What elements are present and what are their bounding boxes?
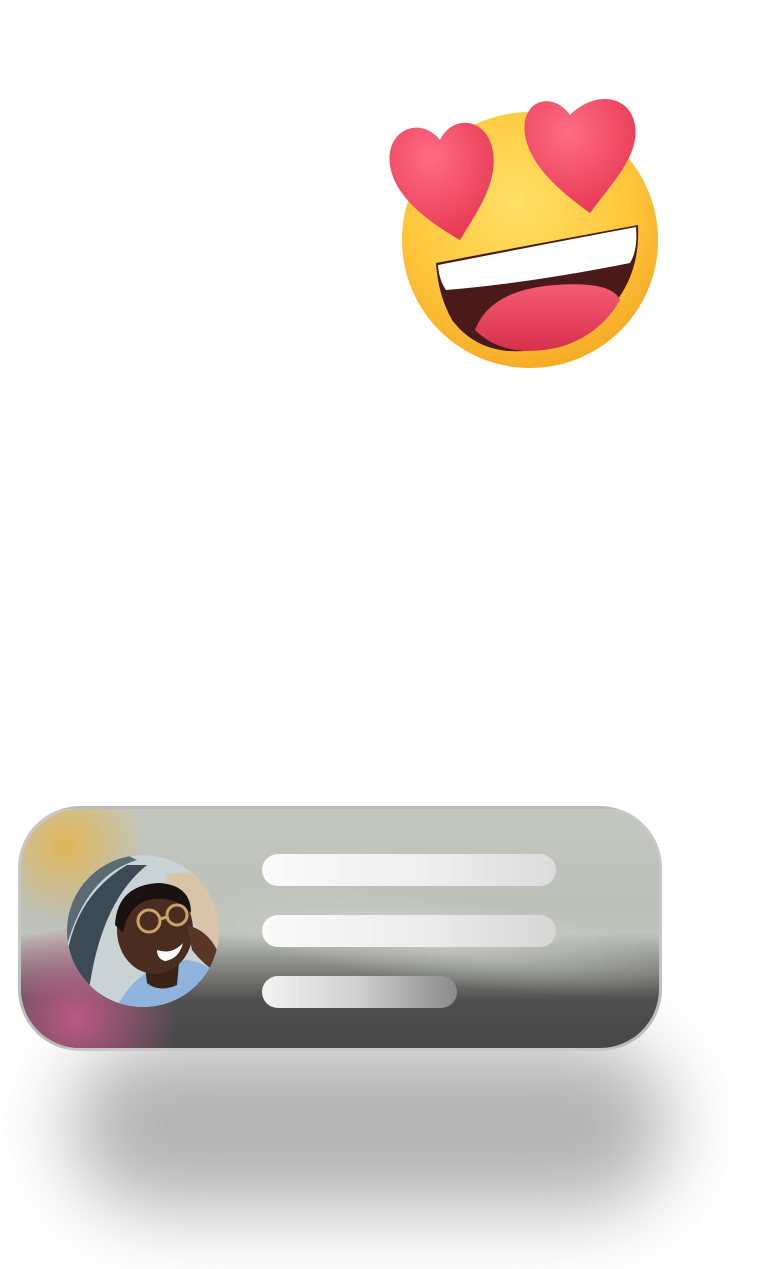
- canvas: [0, 0, 769, 1269]
- placeholder-line-2: [262, 915, 556, 947]
- placeholder-line-3: [262, 976, 457, 1008]
- user-avatar[interactable]: [67, 855, 219, 1007]
- placeholder-line-1: [262, 854, 556, 886]
- notification-card[interactable]: [18, 806, 662, 1051]
- card-shadow: [70, 1040, 670, 1210]
- heart-eyes-emoji-icon: [380, 85, 670, 375]
